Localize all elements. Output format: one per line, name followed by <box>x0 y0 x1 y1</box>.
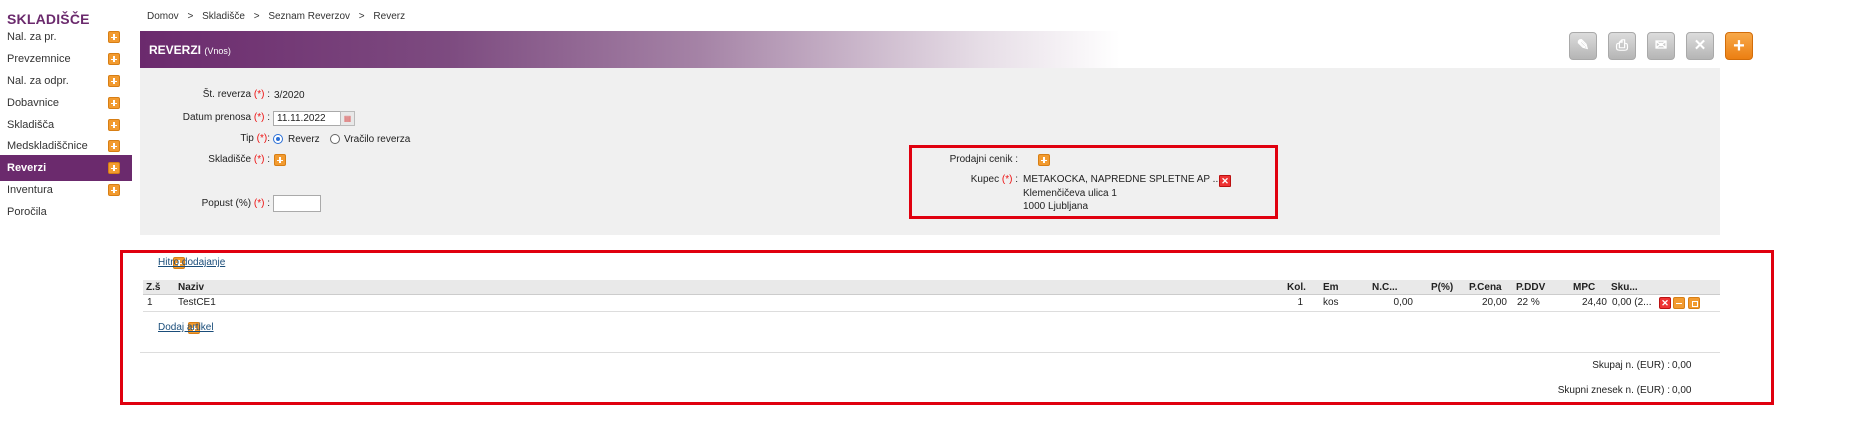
breadcrumb-separator: > <box>358 11 365 22</box>
kupec-label-text: Kupec <box>970 174 1000 185</box>
tip-radio-reverz[interactable] <box>273 134 283 144</box>
kupec-address-street: Klemenčičeva ulica 1 <box>1023 188 1117 199</box>
required-marker: (*) <box>253 89 265 100</box>
pencil-icon: ✎ <box>1576 37 1590 54</box>
add-icon[interactable] <box>108 31 120 43</box>
datum-label-text: Datum prenosa <box>182 112 252 123</box>
breadcrumb-skladisce[interactable]: Skladišče <box>202 11 245 22</box>
breadcrumb-seznam-reverzov[interactable]: Seznam Reverzov <box>268 11 350 22</box>
cell-sku: 0,00 (2... <box>1612 297 1652 308</box>
col-naziv: Naziv <box>178 282 205 293</box>
popust-label: Popust (%) (*) : <box>201 198 270 209</box>
envelope-icon: ✉ <box>1654 37 1668 54</box>
breadcrumb: Domov > Skladišče > Seznam Reverzov > Re… <box>147 11 411 22</box>
add-icon[interactable] <box>108 184 120 196</box>
calendar-icon[interactable]: ▦ <box>340 111 355 126</box>
breadcrumb-separator: > <box>253 11 260 22</box>
breadcrumb-separator: > <box>187 11 194 22</box>
kupec-label: Kupec (*) : <box>970 174 1018 185</box>
col-kol: Kol. <box>1287 282 1306 293</box>
tip-option-vracilo[interactable]: Vračilo reverza <box>344 134 410 145</box>
stevilka-value: 3/2020 <box>274 90 305 101</box>
add-icon[interactable] <box>108 53 120 65</box>
page-subtitle: (Vnos) <box>204 46 231 56</box>
required-marker: (*) <box>253 112 265 123</box>
divider <box>140 352 1720 353</box>
datum-label: Datum prenosa (*) : <box>182 112 270 123</box>
skupaj-label: Skupaj n. (EUR) : <box>1592 360 1670 371</box>
stevilka-label-text: Št. reverza <box>202 89 252 100</box>
breadcrumb-home[interactable]: Domov <box>147 11 179 22</box>
sidebar-item-label: Poročila <box>7 206 47 218</box>
col-pddv: P.DDV <box>1516 282 1546 293</box>
required-marker: (*) <box>1001 174 1013 185</box>
printer-icon: ⎙ <box>1615 37 1628 54</box>
add-icon[interactable] <box>108 162 120 174</box>
cell-em: kos <box>1323 297 1339 308</box>
sidebar: SKLADIŠČE Nal. za pr. Prevzemnice Nal. z… <box>0 0 132 436</box>
stevilka-label: Št. reverza (*) : <box>202 89 270 100</box>
datum-input[interactable]: 11.11.2022 <box>273 111 341 126</box>
remove-kupec-icon[interactable]: ✕ <box>1219 175 1231 187</box>
items-highlight-box <box>120 250 1774 405</box>
minus-row-icon[interactable] <box>1673 297 1685 309</box>
tip-label-text: Tip <box>240 133 254 144</box>
cell-kol: 1 <box>1297 297 1303 308</box>
breadcrumb-current: Reverz <box>373 11 406 22</box>
add-icon[interactable] <box>108 119 120 131</box>
add-skladisce-icon[interactable] <box>274 154 286 166</box>
skupaj-value: 0,00 <box>1672 360 1692 371</box>
add-cenik-icon[interactable] <box>1038 154 1051 166</box>
delete-row-icon[interactable]: ✕ <box>1659 297 1671 309</box>
add-icon[interactable] <box>108 75 120 87</box>
email-button[interactable]: ✉ <box>1647 32 1675 60</box>
add-icon[interactable] <box>108 97 120 109</box>
skladisce-label-text: Skladišče <box>208 154 252 165</box>
close-icon: ✕ <box>1693 37 1707 54</box>
cell-zs: 1 <box>147 297 153 308</box>
required-marker: (*) <box>253 154 265 165</box>
plus-icon: + <box>1733 35 1745 57</box>
tip-label: Tip (*): <box>240 133 270 144</box>
tip-radio-vracilo[interactable] <box>330 134 340 144</box>
quick-add-link[interactable]: Hitro dodajanje <box>158 257 225 268</box>
sidebar-item-porocila[interactable]: Poročila <box>0 199 132 225</box>
page-title-text: REVERZI <box>149 43 202 57</box>
col-zs: Z.š <box>146 282 161 293</box>
col-nc: N.C... <box>1372 282 1398 293</box>
table-row[interactable]: 1 TestCE1 1 kos 0,00 20,00 22 % 24,40 0,… <box>143 295 1720 312</box>
znesek-value: 0,00 <box>1672 385 1692 396</box>
popust-label-text: Popust (%) <box>201 198 252 209</box>
required-marker: (*) <box>253 198 265 209</box>
col-mpc: MPC <box>1573 282 1596 293</box>
add-icon[interactable] <box>108 140 120 152</box>
tip-option-reverz[interactable]: Reverz <box>288 134 320 145</box>
cell-pddv: 22 % <box>1517 297 1540 308</box>
edit-button[interactable]: ✎ <box>1569 32 1597 60</box>
col-sku: Sku... <box>1611 282 1638 293</box>
page-title: REVERZI (Vnos) <box>149 43 231 57</box>
col-em: Em <box>1323 282 1339 293</box>
cell-pcena: 20,00 <box>1481 297 1507 308</box>
cell-nc: 0,00 <box>1393 297 1413 308</box>
items-table-header: Z.š Naziv Kol. Em N.C... P(%) P.Cena P.D… <box>143 280 1720 295</box>
add-button[interactable]: + <box>1725 32 1753 60</box>
edit-row-icon[interactable] <box>1688 297 1700 309</box>
add-article-link[interactable]: Dodaj artikel <box>158 322 214 333</box>
kupec-name[interactable]: METAKOCKA, NAPREDNE SPLETNE AP ... <box>1023 174 1221 185</box>
required-marker: (*) <box>256 133 268 144</box>
delete-button[interactable]: ✕ <box>1686 32 1714 60</box>
col-p: P(%) <box>1431 282 1454 293</box>
cell-naziv: TestCE1 <box>178 297 216 308</box>
cell-mpc: 24,40 <box>1581 297 1607 308</box>
print-button[interactable]: ⎙ <box>1608 32 1636 60</box>
col-pcena: P.Cena <box>1469 282 1502 293</box>
kupec-address-city: 1000 Ljubljana <box>1023 201 1089 212</box>
skladisce-label: Skladišče (*) : <box>208 154 270 165</box>
cenik-label: Prodajni cenik : <box>949 154 1018 165</box>
page-header: REVERZI (Vnos) <box>140 31 1540 68</box>
znesek-label: Skupni znesek n. (EUR) : <box>1557 385 1670 396</box>
popust-input[interactable] <box>273 195 321 212</box>
